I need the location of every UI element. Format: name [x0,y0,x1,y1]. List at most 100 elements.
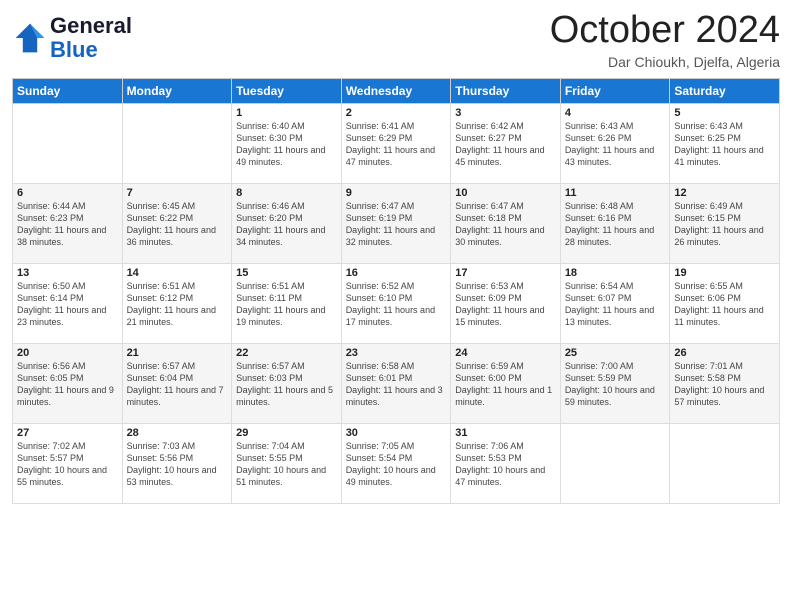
header-cell-wednesday: Wednesday [341,78,451,103]
day-number: 28 [127,427,228,439]
logo-line1: General [50,14,132,38]
day-number: 12 [674,187,775,199]
cell-content: Sunrise: 6:45 AM Sunset: 6:22 PM Dayligh… [127,200,228,249]
cell-content: Sunrise: 6:58 AM Sunset: 6:01 PM Dayligh… [346,360,447,409]
cell-content: Sunrise: 7:05 AM Sunset: 5:54 PM Dayligh… [346,440,447,489]
cell-content: Sunrise: 6:47 AM Sunset: 6:19 PM Dayligh… [346,200,447,249]
day-number: 4 [565,107,666,119]
calendar-cell [13,103,123,183]
calendar-cell: 14Sunrise: 6:51 AM Sunset: 6:12 PM Dayli… [122,263,232,343]
cell-content: Sunrise: 6:57 AM Sunset: 6:04 PM Dayligh… [127,360,228,409]
day-number: 15 [236,267,337,279]
calendar-cell [560,423,670,503]
cell-content: Sunrise: 6:51 AM Sunset: 6:11 PM Dayligh… [236,280,337,329]
cell-content: Sunrise: 6:49 AM Sunset: 6:15 PM Dayligh… [674,200,775,249]
day-number: 17 [455,267,556,279]
day-number: 18 [565,267,666,279]
week-row-3: 13Sunrise: 6:50 AM Sunset: 6:14 PM Dayli… [13,263,780,343]
calendar-cell: 29Sunrise: 7:04 AM Sunset: 5:55 PM Dayli… [232,423,342,503]
day-number: 10 [455,187,556,199]
day-number: 16 [346,267,447,279]
calendar-cell: 17Sunrise: 6:53 AM Sunset: 6:09 PM Dayli… [451,263,561,343]
cell-content: Sunrise: 6:44 AM Sunset: 6:23 PM Dayligh… [17,200,118,249]
cell-content: Sunrise: 6:40 AM Sunset: 6:30 PM Dayligh… [236,120,337,169]
cell-content: Sunrise: 7:03 AM Sunset: 5:56 PM Dayligh… [127,440,228,489]
day-number: 3 [455,107,556,119]
calendar-cell: 4Sunrise: 6:43 AM Sunset: 6:26 PM Daylig… [560,103,670,183]
day-number: 25 [565,347,666,359]
calendar-cell: 22Sunrise: 6:57 AM Sunset: 6:03 PM Dayli… [232,343,342,423]
logo-icon [12,20,48,56]
calendar-cell: 7Sunrise: 6:45 AM Sunset: 6:22 PM Daylig… [122,183,232,263]
day-number: 5 [674,107,775,119]
week-row-1: 1Sunrise: 6:40 AM Sunset: 6:30 PM Daylig… [13,103,780,183]
calendar-cell: 2Sunrise: 6:41 AM Sunset: 6:29 PM Daylig… [341,103,451,183]
day-number: 7 [127,187,228,199]
cell-content: Sunrise: 7:02 AM Sunset: 5:57 PM Dayligh… [17,440,118,489]
calendar-cell: 9Sunrise: 6:47 AM Sunset: 6:19 PM Daylig… [341,183,451,263]
day-number: 13 [17,267,118,279]
header-cell-friday: Friday [560,78,670,103]
calendar-cell: 15Sunrise: 6:51 AM Sunset: 6:11 PM Dayli… [232,263,342,343]
cell-content: Sunrise: 6:57 AM Sunset: 6:03 PM Dayligh… [236,360,337,409]
cell-content: Sunrise: 6:43 AM Sunset: 6:25 PM Dayligh… [674,120,775,169]
calendar-cell [122,103,232,183]
cell-content: Sunrise: 6:47 AM Sunset: 6:18 PM Dayligh… [455,200,556,249]
logo-line2: Blue [50,38,132,62]
day-number: 26 [674,347,775,359]
header-row: SundayMondayTuesdayWednesdayThursdayFrid… [13,78,780,103]
logo-text: General Blue [50,14,132,62]
calendar-cell: 24Sunrise: 6:59 AM Sunset: 6:00 PM Dayli… [451,343,561,423]
calendar-header: SundayMondayTuesdayWednesdayThursdayFrid… [13,78,780,103]
day-number: 9 [346,187,447,199]
month-title: October 2024 [550,10,780,52]
cell-content: Sunrise: 6:50 AM Sunset: 6:14 PM Dayligh… [17,280,118,329]
cell-content: Sunrise: 7:06 AM Sunset: 5:53 PM Dayligh… [455,440,556,489]
day-number: 24 [455,347,556,359]
calendar-cell: 23Sunrise: 6:58 AM Sunset: 6:01 PM Dayli… [341,343,451,423]
cell-content: Sunrise: 6:48 AM Sunset: 6:16 PM Dayligh… [565,200,666,249]
day-number: 6 [17,187,118,199]
day-number: 31 [455,427,556,439]
day-number: 11 [565,187,666,199]
calendar-table: SundayMondayTuesdayWednesdayThursdayFrid… [12,78,780,504]
title-block: October 2024 Dar Chioukh, Djelfa, Algeri… [550,10,780,70]
calendar-cell: 21Sunrise: 6:57 AM Sunset: 6:04 PM Dayli… [122,343,232,423]
calendar-cell: 31Sunrise: 7:06 AM Sunset: 5:53 PM Dayli… [451,423,561,503]
cell-content: Sunrise: 7:01 AM Sunset: 5:58 PM Dayligh… [674,360,775,409]
day-number: 8 [236,187,337,199]
calendar-cell: 10Sunrise: 6:47 AM Sunset: 6:18 PM Dayli… [451,183,561,263]
day-number: 14 [127,267,228,279]
cell-content: Sunrise: 7:04 AM Sunset: 5:55 PM Dayligh… [236,440,337,489]
calendar-cell: 11Sunrise: 6:48 AM Sunset: 6:16 PM Dayli… [560,183,670,263]
header-cell-saturday: Saturday [670,78,780,103]
cell-content: Sunrise: 6:42 AM Sunset: 6:27 PM Dayligh… [455,120,556,169]
cell-content: Sunrise: 6:56 AM Sunset: 6:05 PM Dayligh… [17,360,118,409]
cell-content: Sunrise: 6:54 AM Sunset: 6:07 PM Dayligh… [565,280,666,329]
cell-content: Sunrise: 6:52 AM Sunset: 6:10 PM Dayligh… [346,280,447,329]
day-number: 29 [236,427,337,439]
day-number: 19 [674,267,775,279]
calendar-cell: 8Sunrise: 6:46 AM Sunset: 6:20 PM Daylig… [232,183,342,263]
calendar-cell: 5Sunrise: 6:43 AM Sunset: 6:25 PM Daylig… [670,103,780,183]
calendar-cell: 16Sunrise: 6:52 AM Sunset: 6:10 PM Dayli… [341,263,451,343]
header-cell-monday: Monday [122,78,232,103]
day-number: 21 [127,347,228,359]
week-row-4: 20Sunrise: 6:56 AM Sunset: 6:05 PM Dayli… [13,343,780,423]
header-cell-tuesday: Tuesday [232,78,342,103]
cell-content: Sunrise: 6:41 AM Sunset: 6:29 PM Dayligh… [346,120,447,169]
calendar-cell: 26Sunrise: 7:01 AM Sunset: 5:58 PM Dayli… [670,343,780,423]
header: General Blue October 2024 Dar Chioukh, D… [12,10,780,70]
cell-content: Sunrise: 6:51 AM Sunset: 6:12 PM Dayligh… [127,280,228,329]
calendar-cell: 3Sunrise: 6:42 AM Sunset: 6:27 PM Daylig… [451,103,561,183]
day-number: 22 [236,347,337,359]
calendar-cell: 12Sunrise: 6:49 AM Sunset: 6:15 PM Dayli… [670,183,780,263]
calendar-cell: 27Sunrise: 7:02 AM Sunset: 5:57 PM Dayli… [13,423,123,503]
day-number: 30 [346,427,447,439]
day-number: 20 [17,347,118,359]
calendar-cell: 30Sunrise: 7:05 AM Sunset: 5:54 PM Dayli… [341,423,451,503]
week-row-5: 27Sunrise: 7:02 AM Sunset: 5:57 PM Dayli… [13,423,780,503]
day-number: 27 [17,427,118,439]
cell-content: Sunrise: 6:55 AM Sunset: 6:06 PM Dayligh… [674,280,775,329]
header-cell-thursday: Thursday [451,78,561,103]
